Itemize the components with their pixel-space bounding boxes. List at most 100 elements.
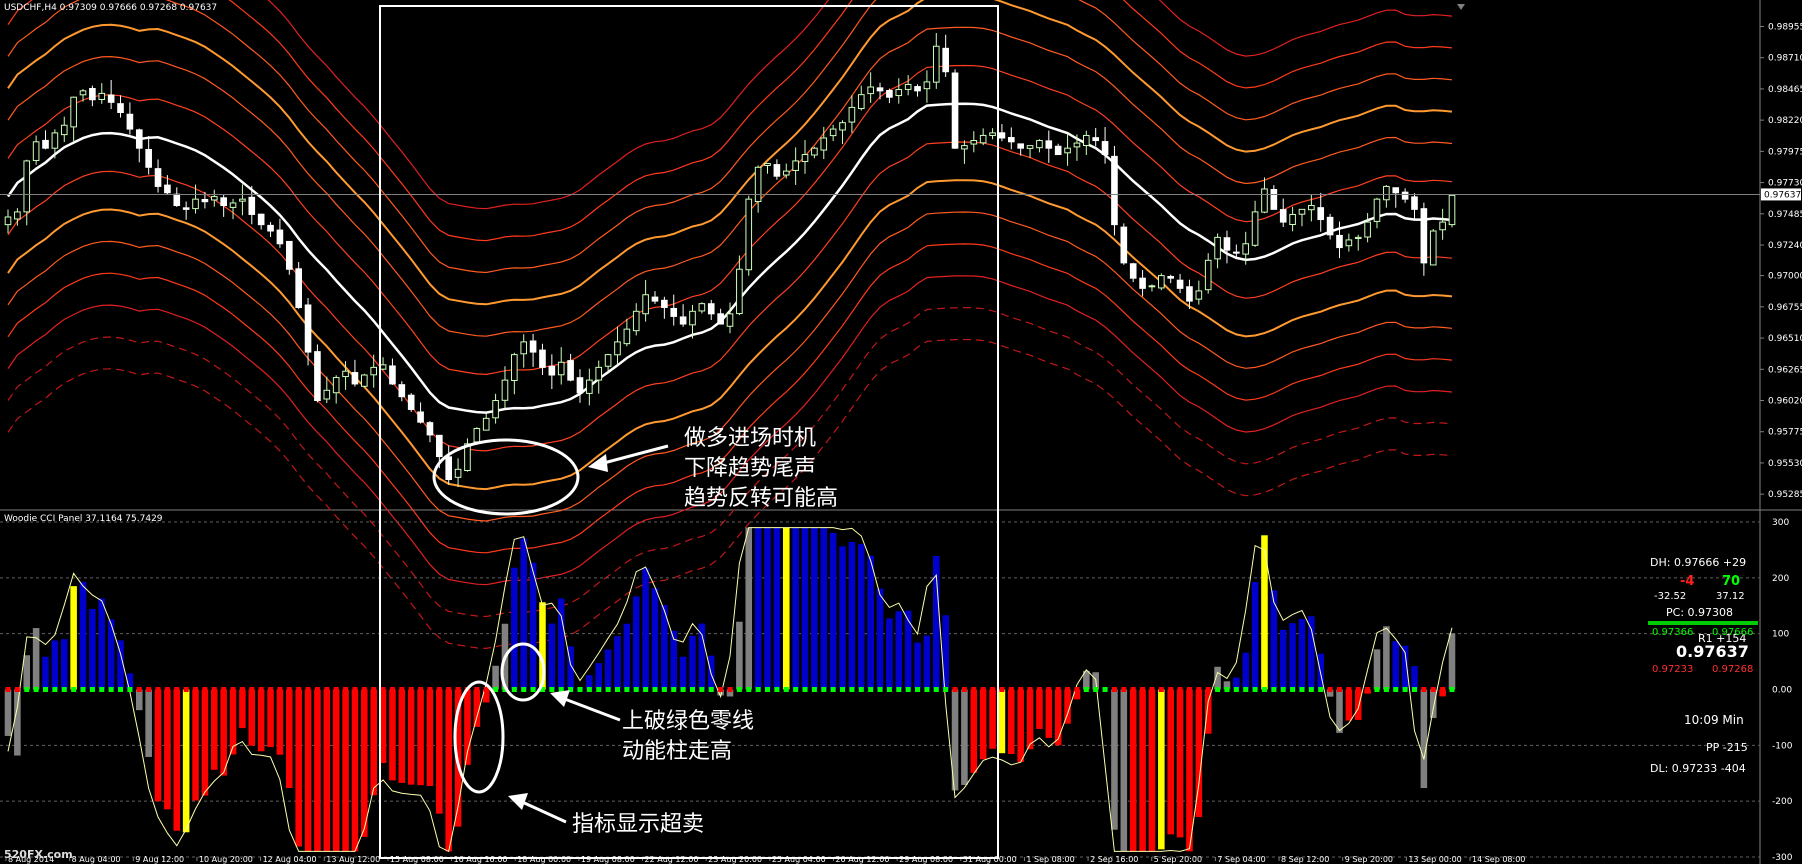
cci-bar: [998, 689, 1006, 754]
cci-bar: [801, 527, 809, 690]
cci-bar: [904, 610, 912, 690]
cci-bar: [14, 689, 21, 756]
cci-bar: [370, 689, 377, 796]
dl-label: DL: 0.97233 -404: [1650, 762, 1746, 775]
zero-line-dot: [1093, 687, 1099, 692]
zero-line-dot: [530, 687, 536, 692]
zero-line-dot: [61, 687, 67, 692]
zero-line-dot: [1102, 687, 1108, 692]
candle-body: [1204, 259, 1212, 291]
zero-line-dot: [221, 687, 227, 692]
zero-line-dot: [821, 687, 827, 692]
cci-bar: [1345, 689, 1353, 721]
zero-line-dot: [268, 687, 274, 692]
zero-line-dot: [840, 687, 846, 692]
zero-line-dot: [746, 687, 752, 692]
zero-line-dot: [1036, 687, 1042, 692]
cci-bar: [1148, 689, 1156, 852]
zero-line-dot: [1205, 687, 1211, 692]
zero-line-dot: [858, 687, 864, 692]
cci-bar: [989, 689, 996, 749]
cci-bar: [970, 689, 978, 773]
candle-body: [1054, 145, 1062, 156]
cci-bar: [857, 544, 865, 690]
cci-header: Woodie CCI Panel 37.1164 75.7429: [4, 514, 163, 524]
time-tick-label: 19 Aug 08:00: [581, 855, 635, 864]
candle-body: [1354, 236, 1362, 239]
zero-line-dot: [765, 687, 771, 692]
cci-bar: [1120, 689, 1128, 852]
zero-line-dot: [943, 687, 949, 692]
zero-line-dot: [1290, 687, 1296, 692]
candle-body: [1326, 216, 1334, 236]
candle-body: [548, 365, 556, 376]
cci-axis: 300 200 100 0.00 -100 -200 -300: [1772, 518, 1793, 863]
zero-line-dot: [521, 687, 527, 692]
cci-bar: [1251, 582, 1259, 690]
zero-line-dot: [174, 687, 180, 692]
zero-line-dot: [727, 687, 733, 692]
zero-line-dot: [71, 687, 77, 692]
zero-line-dot: [1186, 687, 1192, 692]
candle-body: [182, 207, 190, 210]
time-tick-label: 9 Aug 12:00: [135, 855, 184, 864]
cci-bar: [1026, 689, 1034, 750]
candle-body: [961, 145, 968, 150]
cci-bar: [914, 642, 921, 690]
time-tick-label: 2 Sep 16:00: [1090, 855, 1138, 864]
time-tick-label: 13 Sep 00:00: [1408, 855, 1461, 864]
candle-body: [529, 340, 537, 353]
cci-bar: [642, 568, 649, 690]
candle-body: [304, 304, 312, 353]
cci-bar: [848, 541, 856, 690]
candle-body: [511, 354, 518, 382]
cci-bar: [407, 689, 415, 785]
candle-body: [239, 198, 246, 202]
zero-line-dot: [1252, 687, 1258, 692]
cci-tick-label: 0.00: [1772, 686, 1792, 696]
candle-body: [314, 351, 321, 402]
candle-body: [801, 154, 809, 163]
cci-tick-label: 200: [1772, 574, 1789, 584]
zero-line-dot: [408, 687, 414, 692]
zero-line-dot: [868, 687, 874, 692]
candle-body: [979, 134, 987, 144]
cci-bar: [520, 538, 527, 690]
cci-bar: [614, 636, 621, 690]
cci-bar: [979, 689, 987, 760]
zero-line-dot: [80, 687, 86, 692]
zero-line-dot: [952, 687, 958, 692]
zero-line-dot: [202, 687, 208, 692]
cci-bar: [782, 527, 790, 690]
candle-body: [604, 354, 612, 367]
price-tick-label: 0.96755: [1768, 303, 1802, 313]
cci-bar: [398, 689, 406, 783]
zero-line-dot: [118, 687, 124, 692]
cci-bar: [1186, 689, 1193, 852]
zero-line-dot: [661, 687, 667, 692]
candle-body: [1448, 194, 1456, 226]
candle-body: [32, 141, 40, 161]
candle-body: [398, 384, 406, 398]
ask-left: 0.97233: [1652, 664, 1694, 675]
zero-line-dot: [1346, 687, 1352, 692]
candle-body: [1223, 237, 1231, 251]
cci-bar: [1392, 641, 1400, 690]
candle-body: [248, 196, 256, 215]
cci-bar: [192, 689, 199, 801]
cci-tick-label: -100: [1772, 741, 1793, 751]
candle-body: [1345, 239, 1353, 247]
zero-line-dot: [427, 687, 433, 692]
cci-tick-label: -300: [1772, 853, 1793, 863]
price-tick-label: 0.95285: [1768, 490, 1802, 500]
zero-break-arrow: [550, 690, 621, 722]
cci-bar: [1242, 652, 1249, 690]
time-tick-label: 22 Aug 12:00: [645, 855, 699, 864]
zero-line-dot: [371, 687, 377, 692]
zero-line-dot: [1008, 687, 1014, 692]
time-tick-label: 5 Sep 20:00: [1154, 855, 1202, 864]
zero-line-dot: [915, 687, 921, 692]
cci-bar: [886, 618, 893, 690]
zero-line-dot: [314, 687, 320, 692]
time-tick-label: 29 Aug 08:00: [899, 855, 953, 864]
